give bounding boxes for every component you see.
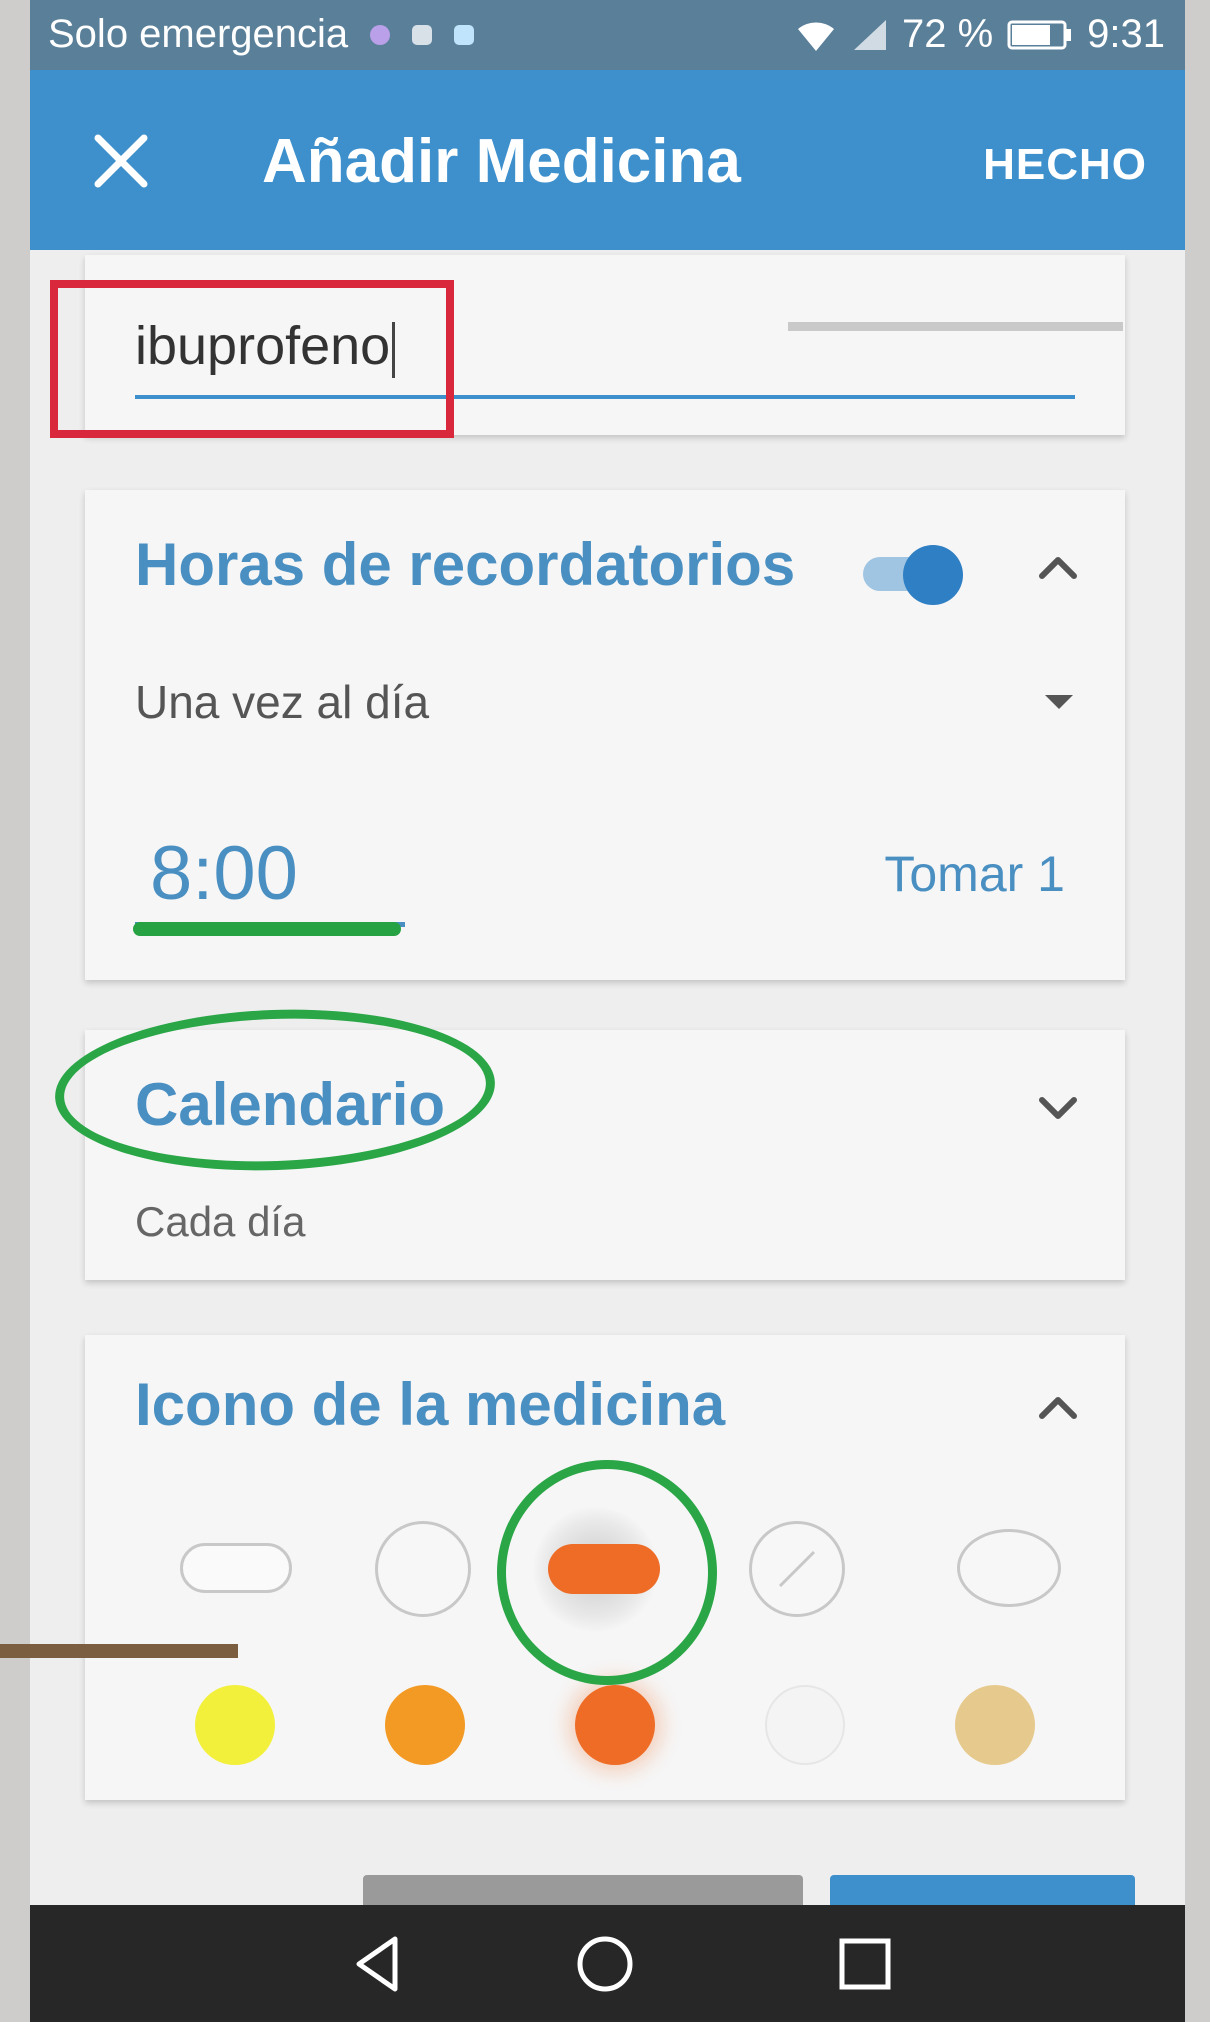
navigation-bar (30, 1905, 1185, 2022)
dose-button[interactable]: Tomar 1 (884, 845, 1065, 903)
dropdown-arrow-icon (1045, 695, 1073, 709)
calendar-frequency: Cada día (135, 1198, 306, 1245)
color-swatch-amber[interactable] (385, 1685, 465, 1765)
reminder-time[interactable]: 8:00 (150, 830, 298, 917)
wifi-icon (797, 21, 834, 51)
color-swatch-white[interactable] (765, 1685, 845, 1765)
reminder-section-title: Horas de recordatorios (135, 531, 796, 598)
color-swatch-orange-selected[interactable] (575, 1685, 655, 1765)
signal-icon (853, 19, 886, 50)
red-highlight-box (50, 280, 454, 438)
bottom-button-blue[interactable] (830, 1875, 1135, 1905)
split-line-icon (778, 1550, 816, 1588)
toggle-knob (903, 545, 963, 605)
medicine-icon-section-title: Icono de la medicina (135, 1371, 726, 1438)
message-icon (412, 24, 433, 45)
split-pill-icon[interactable] (749, 1521, 845, 1617)
status-right: 72 % 9:31 (794, 12, 1165, 57)
home-icon[interactable] (570, 1929, 640, 1999)
bottom-button-grey[interactable] (363, 1875, 803, 1905)
color-swatch-beige[interactable] (955, 1685, 1035, 1765)
done-button[interactable]: HECHO (983, 140, 1147, 190)
carrier-label: Solo emergencia (48, 12, 349, 56)
notification-icon (370, 24, 391, 45)
close-icon[interactable] (88, 128, 154, 194)
capsule-icon[interactable] (180, 1543, 292, 1593)
frequency-value: Una vez al día (135, 676, 430, 728)
brown-pointer-line (0, 1644, 238, 1658)
chevron-up-icon[interactable] (1030, 540, 1086, 596)
app-bar: Añadir Medicina HECHO (30, 70, 1185, 250)
green-highlight-circle (497, 1460, 717, 1685)
app-icon (454, 24, 475, 45)
chevron-down-icon[interactable] (1030, 1080, 1086, 1136)
chevron-up-icon[interactable] (1030, 1380, 1086, 1436)
status-bar: Solo emergencia 72 % 9:31 (30, 0, 1185, 70)
clock: 9:31 (1087, 12, 1165, 56)
recents-icon[interactable] (830, 1929, 900, 1999)
oval-pill-icon[interactable] (957, 1529, 1061, 1607)
page-title: Añadir Medicina (262, 127, 741, 196)
battery-icon (1007, 20, 1072, 49)
color-swatch-yellow[interactable] (195, 1685, 275, 1765)
green-highlight-underline (133, 922, 401, 936)
round-pill-icon[interactable] (375, 1521, 471, 1617)
battery-level: 72 % (901, 12, 994, 56)
back-icon[interactable] (343, 1929, 413, 1999)
grey-pointer-line (788, 322, 1123, 331)
status-left: Solo emergencia (48, 12, 475, 57)
reminder-card: Horas de recordatorios Una vez al día 8:… (85, 490, 1125, 980)
